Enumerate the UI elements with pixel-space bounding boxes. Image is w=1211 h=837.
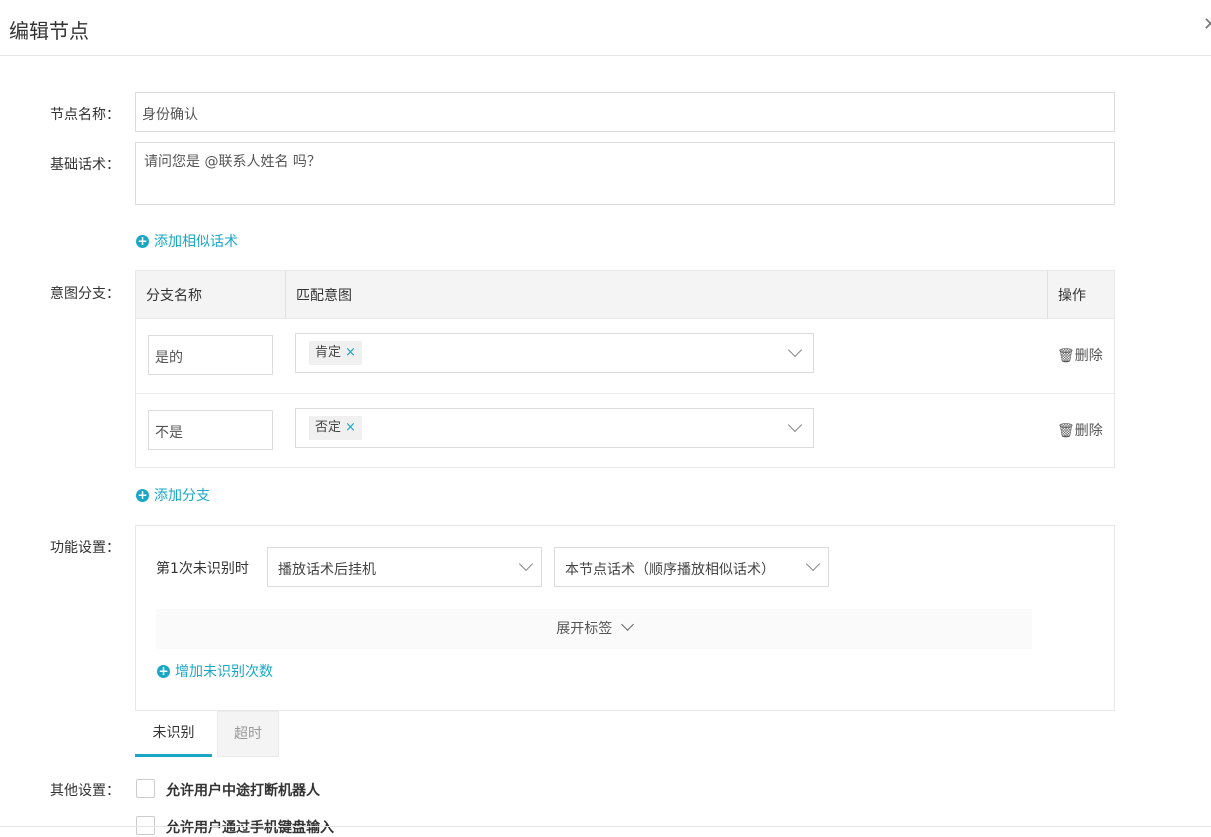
column-divider [1047, 271, 1048, 318]
base-script-value: 请问您是 @联系人姓名 吗？ [144, 154, 321, 170]
intent-select[interactable]: 否定 × [295, 408, 814, 448]
branch-table-header: 分支名称 匹配意图 操作 [136, 271, 1114, 319]
intent-tag-label: 肯定 [315, 345, 342, 360]
chevron-down-icon [787, 342, 803, 358]
column-header-branch-name: 分支名称 [146, 288, 202, 304]
node-name-label: 节点名称： [50, 107, 120, 123]
add-similar-script-button[interactable]: + 添加相似话术 [136, 231, 238, 251]
delete-branch-button[interactable]: 🗑删除 [1057, 345, 1103, 365]
expand-tags-label: 展开标签 [556, 621, 613, 637]
intent-tag: 否定 × [309, 416, 362, 440]
base-script-label: 基础话术： [50, 157, 120, 173]
column-divider [285, 271, 286, 318]
delete-label: 删除 [1074, 423, 1103, 439]
node-name-value: 身份确认 [142, 107, 198, 123]
chevron-down-icon [787, 417, 803, 433]
allow-keypad-label: 允许用户通过手机键盘输入 [166, 820, 334, 836]
branch-name-input[interactable]: 是的 [148, 335, 273, 375]
chevron-down-icon [518, 556, 534, 572]
dialog-footer-divider [0, 826, 1211, 827]
allow-interrupt-label: 允许用户中途打断机器人 [166, 783, 320, 799]
branch-name-value: 是的 [155, 350, 183, 366]
delete-label: 删除 [1074, 348, 1103, 364]
script-source-value: 本节点话术（顺序播放相似话术） [565, 562, 775, 578]
branch-name-value: 不是 [155, 425, 183, 441]
tag-remove-icon[interactable]: × [345, 420, 356, 435]
plus-circle-icon: + [157, 663, 170, 678]
tab-unrecognized[interactable]: 未识别 [135, 711, 212, 757]
node-name-input[interactable]: 身份确认 [135, 92, 1115, 132]
trash-icon: 🗑 [1057, 423, 1075, 439]
branch-table: 分支名称 匹配意图 操作 是的 肯定 × 🗑删除 不是 否定 × 🗑删除 [135, 270, 1115, 468]
dialog-header: 编辑节点 ✕ [0, 0, 1211, 56]
delete-branch-button[interactable]: 🗑删除 [1057, 420, 1103, 440]
unrecognized-action-select[interactable]: 播放话术后挂机 [267, 547, 542, 587]
add-unrecognized-count-button[interactable]: + 增加未识别次数 [157, 661, 273, 681]
intent-tag: 肯定 × [309, 341, 362, 365]
column-header-action: 操作 [1058, 288, 1086, 304]
add-branch-button[interactable]: + 添加分支 [136, 485, 210, 505]
trash-icon: 🗑 [1057, 348, 1075, 364]
chevron-down-icon [805, 556, 821, 572]
script-source-select[interactable]: 本节点话术（顺序播放相似话术） [554, 547, 829, 587]
column-header-match-intent: 匹配意图 [296, 288, 352, 304]
first-unrecognized-label: 第1次未识别时 [156, 561, 249, 577]
chevron-down-icon [620, 618, 634, 631]
tab-timeout[interactable]: 超时 [217, 711, 279, 757]
add-branch-label: 添加分支 [154, 488, 210, 504]
add-similar-script-label: 添加相似话术 [154, 234, 238, 250]
close-icon[interactable]: ✕ [1203, 14, 1211, 35]
add-unrecognized-count-label: 增加未识别次数 [175, 664, 273, 680]
dialog-title: 编辑节点 [9, 19, 89, 43]
expand-tags-button[interactable]: 展开标签 [156, 609, 1032, 649]
plus-circle-icon: + [136, 487, 149, 502]
row-divider [136, 393, 1114, 394]
tag-remove-icon[interactable]: × [345, 345, 356, 360]
branch-name-input[interactable]: 不是 [148, 410, 273, 450]
plus-circle-icon: + [136, 233, 149, 248]
allow-interrupt-checkbox[interactable] [136, 779, 155, 798]
intent-select[interactable]: 肯定 × [295, 333, 814, 373]
base-script-textarea[interactable]: 请问您是 @联系人姓名 吗？ [135, 142, 1115, 205]
intent-branch-label: 意图分支： [50, 286, 120, 302]
unrecognized-action-value: 播放话术后挂机 [278, 562, 376, 578]
other-settings-label: 其他设置： [50, 783, 120, 799]
intent-tag-label: 否定 [315, 420, 342, 435]
function-settings-label: 功能设置： [50, 540, 120, 556]
